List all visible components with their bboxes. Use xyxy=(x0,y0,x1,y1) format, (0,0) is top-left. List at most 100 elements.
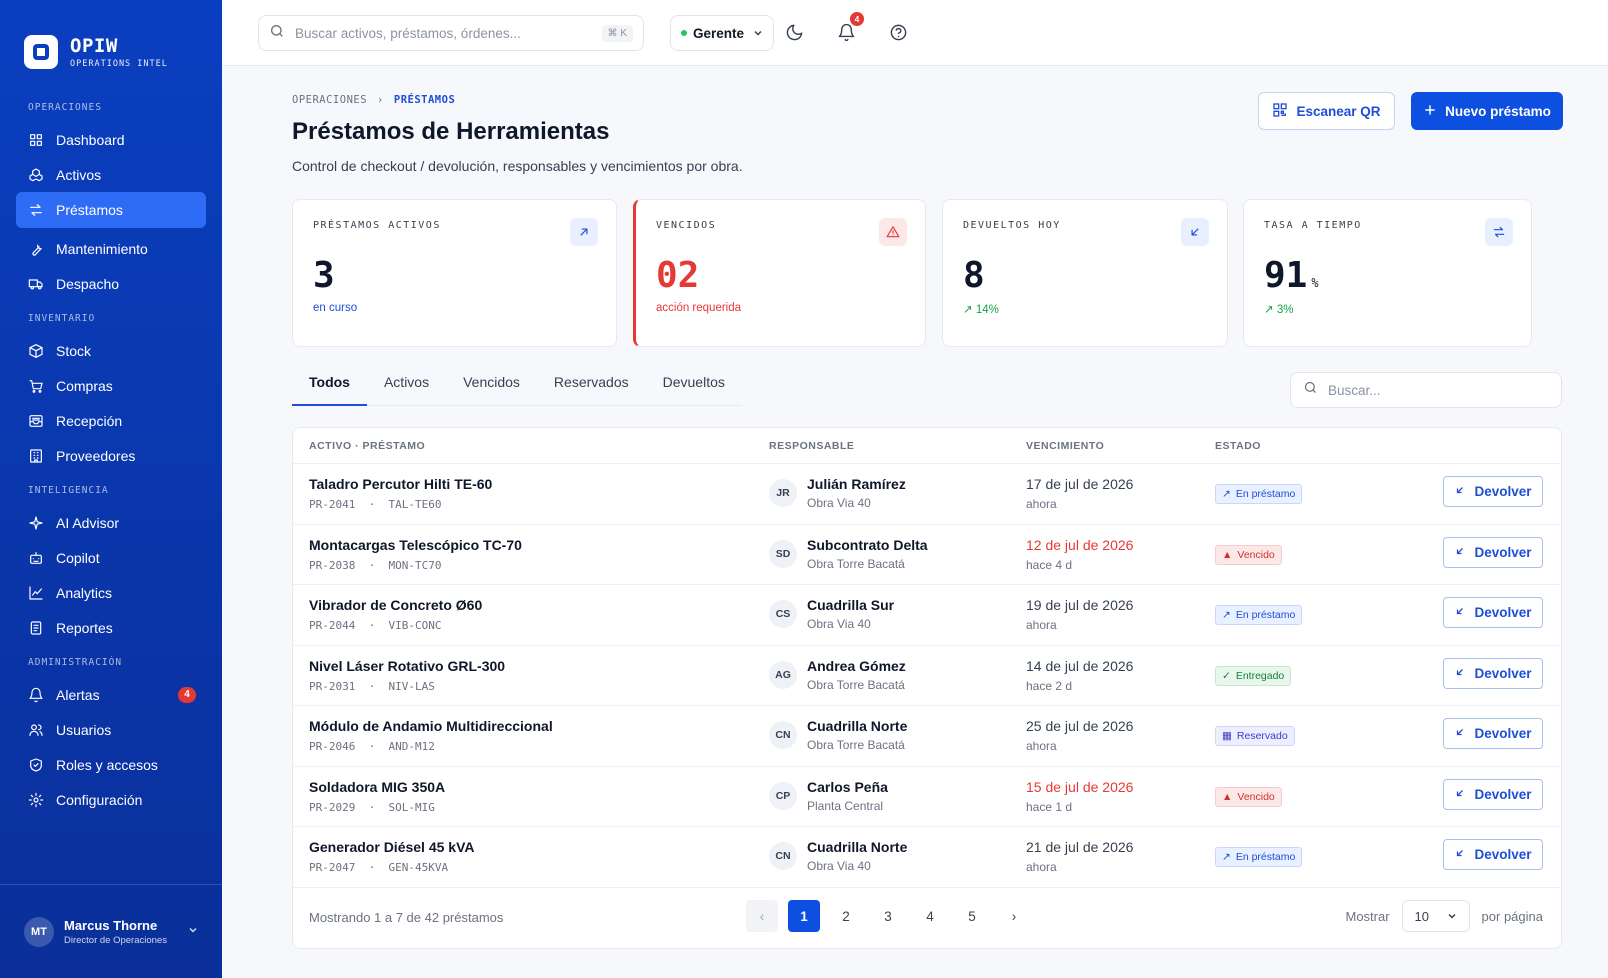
scan-qr-button[interactable]: Escanear QR xyxy=(1258,92,1395,130)
sidebar-item-reportes[interactable]: Reportes xyxy=(16,610,206,646)
page-button[interactable]: 4 xyxy=(914,900,946,932)
page-button[interactable]: 1 xyxy=(788,900,820,932)
kpi-value: 3 xyxy=(313,255,596,296)
new-loan-button[interactable]: Nuevo préstamo xyxy=(1411,92,1563,130)
prev-page-button[interactable]: ‹ xyxy=(746,900,778,932)
sidebar-item-copilot[interactable]: Copilot xyxy=(16,540,206,576)
separator-dot: · xyxy=(355,619,389,632)
asset-meta: PR-2046 · AND-M12 xyxy=(309,740,553,753)
breadcrumb-item[interactable]: OPERACIONES xyxy=(292,94,367,106)
per-page-select[interactable]: 10 xyxy=(1401,900,1470,932)
asset-name[interactable]: Módulo de Andamio Multidireccional xyxy=(309,718,553,734)
sidebar-item-alertas[interactable]: Alertas 4 xyxy=(16,677,206,713)
table-row[interactable]: Soldadora MIG 350A PR-2029 · SOL-MIG CP Car… xyxy=(293,767,1561,827)
sidebar-item-configuracion[interactable]: Configuración xyxy=(16,782,206,818)
table-header: ACTIVO · PRÉSTAMO RESPONSABLE VENCIMIENT… xyxy=(293,428,1561,464)
return-button[interactable]: Devolver xyxy=(1443,718,1543,749)
nav-section-title: OPERACIONES xyxy=(28,102,102,113)
responsible-site: Obra Torre Bacatá xyxy=(807,677,905,692)
asset-name[interactable]: Montacargas Telescópico TC-70 xyxy=(309,537,522,553)
asset-meta: PR-2041 · TAL-TE60 xyxy=(309,498,492,511)
sidebar-item-label: Stock xyxy=(56,343,92,359)
sidebar-item-dashboard[interactable]: Dashboard xyxy=(16,122,206,158)
return-label: Devolver xyxy=(1474,726,1532,741)
user-menu[interactable]: MT Marcus Thorne Director de Operaciones xyxy=(0,884,222,978)
table-search-input[interactable] xyxy=(1328,382,1549,398)
sidebar-item-proveedores[interactable]: Proveedores xyxy=(16,438,206,474)
search-input[interactable] xyxy=(295,25,592,41)
tab-reservados[interactable]: Reservados xyxy=(537,366,646,406)
sidebar-item-usuarios[interactable]: Usuarios xyxy=(16,712,206,748)
table-row[interactable]: Taladro Percutor Hilti TE-60 PR-2041 · TA… xyxy=(293,464,1561,525)
sidebar-item-compras[interactable]: Compras xyxy=(16,368,206,404)
asset-name[interactable]: Vibrador de Concreto Ø60 xyxy=(309,597,482,613)
due-date: 25 de jul de 2026 xyxy=(1026,718,1134,734)
loan-id: PR-2038 xyxy=(309,558,356,572)
sidebar-item-despacho[interactable]: Despacho xyxy=(16,266,206,302)
sidebar-item-prestamos[interactable]: Préstamos xyxy=(16,192,206,228)
sidebar-item-analytics[interactable]: Analytics xyxy=(16,575,206,611)
moon-icon[interactable] xyxy=(782,20,806,44)
asset-name[interactable]: Soldadora MIG 350A xyxy=(309,779,445,795)
asset-code: GEN-45KVA xyxy=(388,861,449,874)
sidebar-nav: OPERACIONES Dashboard Activos Préstamos Mant… xyxy=(0,80,222,818)
avatar: JR xyxy=(769,479,797,507)
sidebar-item-ai-advisor[interactable]: AI Advisor xyxy=(16,505,206,541)
table-row[interactable]: Montacargas Telescópico TC-70 PR-2038 · M… xyxy=(293,525,1561,585)
return-button[interactable]: Devolver xyxy=(1443,657,1543,689)
bell-icon[interactable]: 4 xyxy=(834,12,864,44)
sidebar-item-mantenimiento[interactable]: Mantenimiento xyxy=(16,231,206,267)
next-page-button[interactable]: › xyxy=(998,900,1030,932)
return-button[interactable]: Devolver xyxy=(1443,778,1543,810)
sidebar-item-activos[interactable]: Activos xyxy=(16,157,206,193)
tab-devueltos[interactable]: Devueltos xyxy=(646,366,742,406)
search-icon xyxy=(1303,380,1318,400)
return-label: Devolver xyxy=(1474,484,1532,499)
return-button[interactable]: Devolver xyxy=(1443,839,1543,870)
sidebar-item-stock[interactable]: Stock xyxy=(16,333,206,369)
return-button[interactable]: Devolver xyxy=(1443,536,1543,568)
brand[interactable]: OPIW OPERATIONS INTEL xyxy=(0,0,222,80)
table-row[interactable]: Vibrador de Concreto Ø60 PR-2044 · VIB-CO… xyxy=(293,585,1561,646)
kpi-footnote: ↗ 14% xyxy=(963,304,999,316)
page-button[interactable]: 5 xyxy=(956,900,988,932)
user-name: Marcus Thorne xyxy=(64,917,158,933)
table-row[interactable]: Generador Diésel 45 kVA PR-2047 · GEN-45K… xyxy=(293,827,1561,888)
asset-name[interactable]: Nivel Láser Rotativo GRL-300 xyxy=(309,658,505,674)
help-icon[interactable] xyxy=(886,20,910,44)
page-button[interactable]: 2 xyxy=(830,900,862,932)
due-date: 15 de jul de 2026 xyxy=(1026,778,1134,795)
kpi-label: DEVUELTOS HOY xyxy=(963,220,1061,231)
global-search[interactable]: ⌘ K xyxy=(258,15,644,51)
role-select[interactable]: Gerente xyxy=(670,15,774,51)
tab-vencidos[interactable]: Vencidos xyxy=(446,366,537,406)
asset-code: VIB-CONC xyxy=(388,619,442,632)
table-row[interactable]: Nivel Láser Rotativo GRL-300 PR-2031 · NI… xyxy=(293,646,1561,706)
brand-logo-icon xyxy=(24,35,58,69)
responsible-name: Andrea Gómez xyxy=(807,657,906,674)
tab-activos[interactable]: Activos xyxy=(367,366,446,406)
page-subtitle: Control de checkout / devolución, respon… xyxy=(292,158,743,174)
asset-name[interactable]: Taladro Percutor Hilti TE-60 xyxy=(309,476,492,492)
status-label: Vencido xyxy=(1237,790,1275,803)
sidebar-item-roles-y-accesos[interactable]: Roles y accesos xyxy=(16,747,206,783)
tab-todos[interactable]: Todos xyxy=(292,366,367,406)
asset-name[interactable]: Generador Diésel 45 kVA xyxy=(309,839,474,855)
kpi-value: 91% xyxy=(1264,255,1511,296)
return-button[interactable]: Devolver xyxy=(1443,597,1543,628)
separator-dot: · xyxy=(355,740,389,753)
status-badge: ↗ En préstamo xyxy=(1215,847,1303,867)
nav-section-title: ADMINISTRACIÓN xyxy=(28,657,123,668)
table-footer: Mostrando 1 a 7 de 42 préstamos ‹ 1 2 3 4 5 › … xyxy=(293,886,1561,948)
status-dot xyxy=(681,30,687,36)
due-cell: 21 de jul de 2026 ahora xyxy=(1026,839,1133,874)
kpi-number: 91 xyxy=(1264,255,1308,296)
table-row[interactable]: Módulo de Andamio Multidireccional PR-204… xyxy=(293,706,1561,767)
kpi-footnote: ↗ 3% xyxy=(1264,304,1294,316)
status-cell: ↗ En préstamo xyxy=(1215,597,1303,625)
kpi-footnote: acción requerida xyxy=(656,302,742,314)
table-search[interactable] xyxy=(1290,372,1562,408)
return-button[interactable]: Devolver xyxy=(1443,476,1543,507)
sidebar-item-recepcion[interactable]: Recepción xyxy=(16,403,206,439)
page-button[interactable]: 3 xyxy=(872,900,904,932)
